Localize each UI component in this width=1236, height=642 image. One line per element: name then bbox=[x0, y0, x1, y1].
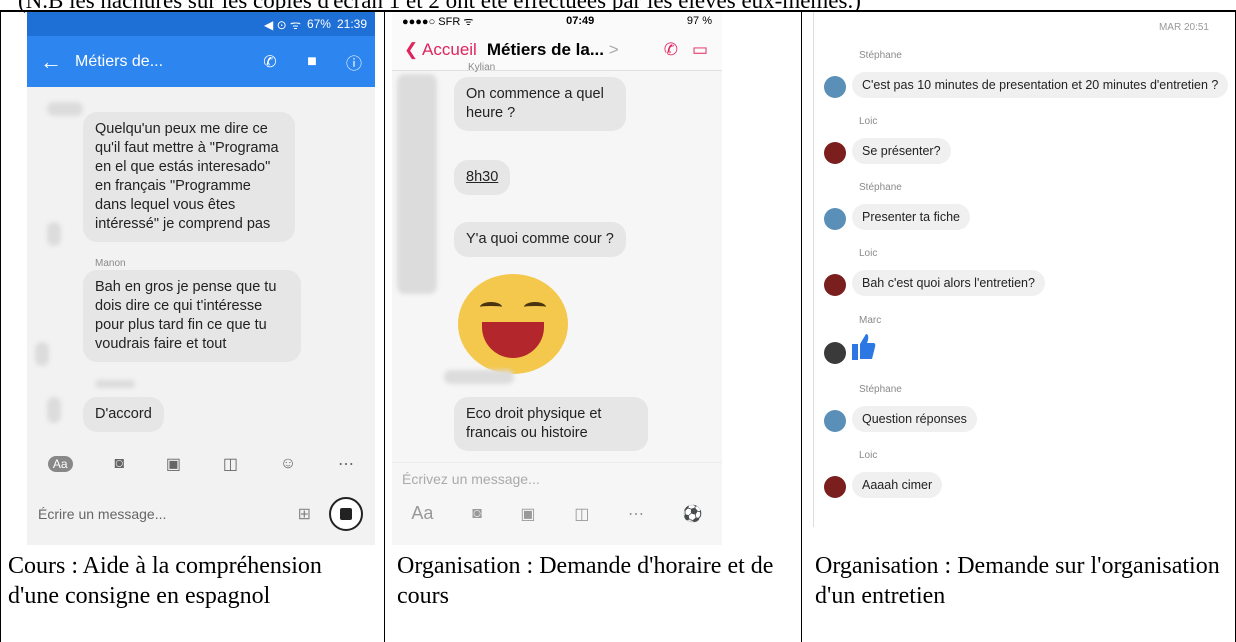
info-icon[interactable]: ⓘ bbox=[333, 50, 375, 74]
redacted-area bbox=[47, 102, 83, 116]
table-divider-2 bbox=[801, 10, 802, 642]
more-icon[interactable]: ⋯ bbox=[628, 504, 644, 524]
camera-icon[interactable]: ◙ bbox=[472, 505, 482, 523]
battery-level: 97 % bbox=[686, 15, 712, 27]
avatar-redacted bbox=[47, 397, 61, 423]
video-icon[interactable]: ■ bbox=[291, 53, 333, 71]
message-input[interactable]: Écrivez un message... bbox=[402, 471, 540, 487]
composer-actions: Aa ◙ ▣ ◫ ☺ ⋯ bbox=[27, 444, 375, 484]
chat-header: ❮ Accueil Métiers de la... > ✆ ▭ bbox=[392, 30, 722, 71]
avatar bbox=[824, 142, 846, 164]
arrow-left-icon[interactable]: ← bbox=[27, 49, 75, 75]
redacted-area bbox=[95, 380, 135, 388]
message-bubble: 8h30 bbox=[454, 160, 511, 195]
message-input-row: Écrire un message... ⊞ bbox=[27, 484, 375, 544]
sender-name: Loic bbox=[859, 116, 878, 127]
table-divider-1 bbox=[384, 10, 385, 642]
avatar bbox=[824, 342, 846, 364]
message-bubble: D'accord bbox=[83, 397, 164, 432]
avatar bbox=[824, 208, 846, 230]
aa-button[interactable]: Aa bbox=[47, 456, 73, 472]
caption-3: Organisation : Demande sur l'organisatio… bbox=[815, 553, 1220, 609]
status-bar: ◀ ⊙ ᯤ 67% 21:39 bbox=[27, 12, 375, 36]
image-icon[interactable]: ▣ bbox=[520, 504, 535, 524]
desktop-messenger-screenshot: MAR 20:51 Stéphane C'est pas 10 minutes … bbox=[813, 12, 1229, 527]
message-bubble: Se présenter? bbox=[852, 138, 951, 164]
more-icon[interactable]: ⋯ bbox=[338, 454, 354, 474]
message-bubble: Presenter ta fiche bbox=[852, 204, 970, 230]
chat-header: ← Métiers de... ✆ ■ ⓘ bbox=[27, 36, 375, 87]
grid-icon[interactable]: ⊞ bbox=[298, 504, 311, 524]
message-input[interactable]: Écrire un message... bbox=[27, 506, 298, 522]
message-composer: Écrivez un message... Aa ◙ ▣ ◫ ⋯ ⚽ bbox=[392, 462, 722, 545]
thumbs-up-icon bbox=[852, 334, 876, 360]
message-bubble: Eco droit physique et francais ou histoi… bbox=[454, 397, 648, 451]
phone-icon[interactable]: ✆ bbox=[664, 40, 678, 60]
gamepad-icon[interactable]: ◫ bbox=[574, 504, 589, 524]
chat-title[interactable]: Métiers de la... > bbox=[487, 40, 664, 60]
avatar bbox=[824, 410, 846, 432]
gamepad-icon[interactable]: ◫ bbox=[223, 454, 238, 474]
camera-icon[interactable]: ◙ bbox=[114, 455, 124, 473]
redacted-area bbox=[444, 370, 514, 384]
message-bubble: C'est pas 10 minutes de presentation et … bbox=[852, 72, 1229, 98]
sender-name: Loic bbox=[859, 248, 878, 259]
soccer-ball-icon[interactable] bbox=[329, 497, 363, 531]
message-bubble: Bah c'est quoi alors l'entretien? bbox=[852, 270, 1045, 296]
sender-name: Manon bbox=[95, 258, 126, 269]
sender-name: Loic bbox=[859, 450, 878, 461]
aa-button[interactable]: Aa bbox=[411, 503, 433, 524]
avatar-redacted bbox=[35, 342, 49, 366]
chat-title[interactable]: Métiers de... bbox=[75, 53, 249, 71]
soccer-ball-icon[interactable]: ⚽ bbox=[683, 504, 703, 524]
image-icon[interactable]: ▣ bbox=[166, 454, 181, 474]
sender-name: Marc bbox=[859, 315, 882, 326]
status-bar: ●●●●○ SFR ᯤ 07:49 97 % bbox=[392, 12, 722, 30]
table-border-left bbox=[0, 10, 1, 642]
avatar bbox=[824, 76, 846, 98]
avatar bbox=[824, 476, 846, 498]
message-bubble: Aaaah cimer bbox=[852, 472, 943, 498]
battery-level: 67% bbox=[306, 17, 331, 31]
clock: 07:49 bbox=[566, 15, 595, 27]
sender-name: Kylian bbox=[468, 62, 496, 73]
message-bubble: Y'a quoi comme cour ? bbox=[454, 222, 626, 257]
smiley-icon[interactable]: ☺ bbox=[280, 455, 296, 473]
sender-name: Stéphane bbox=[859, 182, 902, 193]
phone-icon[interactable]: ✆ bbox=[249, 52, 291, 72]
ios-messenger-screenshot: ●●●●○ SFR ᯤ 07:49 97 % ❮ Accueil Métiers… bbox=[392, 12, 722, 545]
message-bubble: Bah en gros je pense que tu dois dire ce… bbox=[83, 270, 301, 362]
clock: 21:39 bbox=[336, 17, 367, 31]
avatar-redacted bbox=[47, 222, 61, 246]
android-messenger-screenshot: ◀ ⊙ ᯤ 67% 21:39 ← Métiers de... ✆ ■ ⓘ Qu… bbox=[27, 12, 375, 545]
message-bubble: Quelqu'un peux me dire ce qu'il faut met… bbox=[83, 112, 295, 242]
video-icon[interactable]: ▭ bbox=[692, 40, 708, 60]
caption-1: Cours : Aide à la compréhension d'une co… bbox=[8, 553, 322, 609]
avatar bbox=[824, 274, 846, 296]
status-icons: ◀ ⊙ ᯤ bbox=[264, 17, 301, 32]
back-button[interactable]: ❮ Accueil bbox=[392, 40, 477, 60]
sender-name: Stéphane bbox=[859, 384, 902, 395]
timestamp: MAR 20:51 bbox=[1158, 22, 1209, 33]
message-bubble: On commence a quel heure ? bbox=[454, 77, 626, 131]
redacted-area bbox=[397, 74, 437, 294]
caption-2: Organisation : Demande d'horaire et de c… bbox=[397, 553, 774, 609]
sender-name: Stéphane bbox=[859, 50, 902, 61]
message-bubble: Question réponses bbox=[852, 406, 977, 432]
carrier: ●●●●○ SFR ᯤ bbox=[402, 15, 474, 28]
laughing-emoji-icon bbox=[458, 274, 568, 374]
composer-actions: Aa ◙ ▣ ◫ ⋯ ⚽ bbox=[392, 503, 722, 524]
